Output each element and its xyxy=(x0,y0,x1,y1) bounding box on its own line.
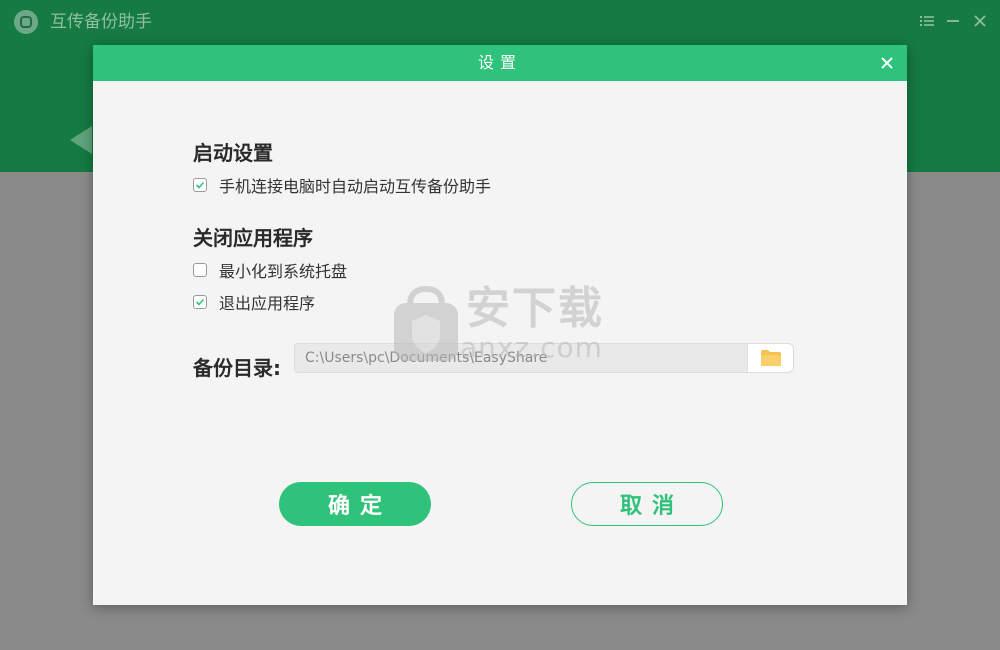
close-app-heading: 关闭应用程序 xyxy=(193,226,313,250)
folder-icon xyxy=(760,350,781,366)
minimize-to-tray-option[interactable]: 最小化到系统托盘 xyxy=(193,260,348,281)
close-icon xyxy=(881,57,893,69)
dialog-title: 设置 xyxy=(477,53,522,72)
dialog-titlebar: 设置 xyxy=(93,45,907,81)
startup-settings-heading: 启动设置 xyxy=(193,141,273,165)
dialog-close-button[interactable] xyxy=(877,53,897,73)
minimize-to-tray-label: 最小化到系统托盘 xyxy=(219,262,348,281)
menu-icon[interactable] xyxy=(918,12,936,30)
confirm-button[interactable]: 确定 xyxy=(279,482,431,526)
settings-dialog: 设置 启动设置 手机连接电脑时自动启动互传备份助手 关闭应用程序 最小化到系统托… xyxy=(93,45,907,605)
checkmark-icon xyxy=(195,298,205,306)
auto-start-option[interactable]: 手机连接电脑时自动启动互传备份助手 xyxy=(193,175,492,196)
app-logo-icon xyxy=(14,10,38,34)
watermark: 安下载 anxz.com xyxy=(390,283,630,373)
header-back-arrow xyxy=(70,126,92,154)
exit-app-checkbox[interactable] xyxy=(193,295,207,309)
exit-app-label: 退出应用程序 xyxy=(219,294,316,313)
auto-start-label: 手机连接电脑时自动启动互传备份助手 xyxy=(219,177,492,196)
close-icon[interactable] xyxy=(971,12,989,30)
exit-app-option[interactable]: 退出应用程序 xyxy=(193,292,316,313)
watermark-text: 安下载 xyxy=(466,283,604,334)
watermark-subtext: anxz.com xyxy=(460,331,603,364)
minimize-to-tray-checkbox[interactable] xyxy=(193,263,207,277)
checkmark-icon xyxy=(195,181,205,189)
shield-bag-icon xyxy=(394,285,458,361)
app-title: 互传备份助手 xyxy=(50,12,152,32)
cancel-button[interactable]: 取消 xyxy=(571,482,723,526)
backup-dir-label: 备份目录: xyxy=(193,356,281,380)
minimize-icon[interactable] xyxy=(944,12,962,30)
auto-start-checkbox[interactable] xyxy=(193,178,207,192)
browse-folder-button[interactable] xyxy=(748,343,794,373)
